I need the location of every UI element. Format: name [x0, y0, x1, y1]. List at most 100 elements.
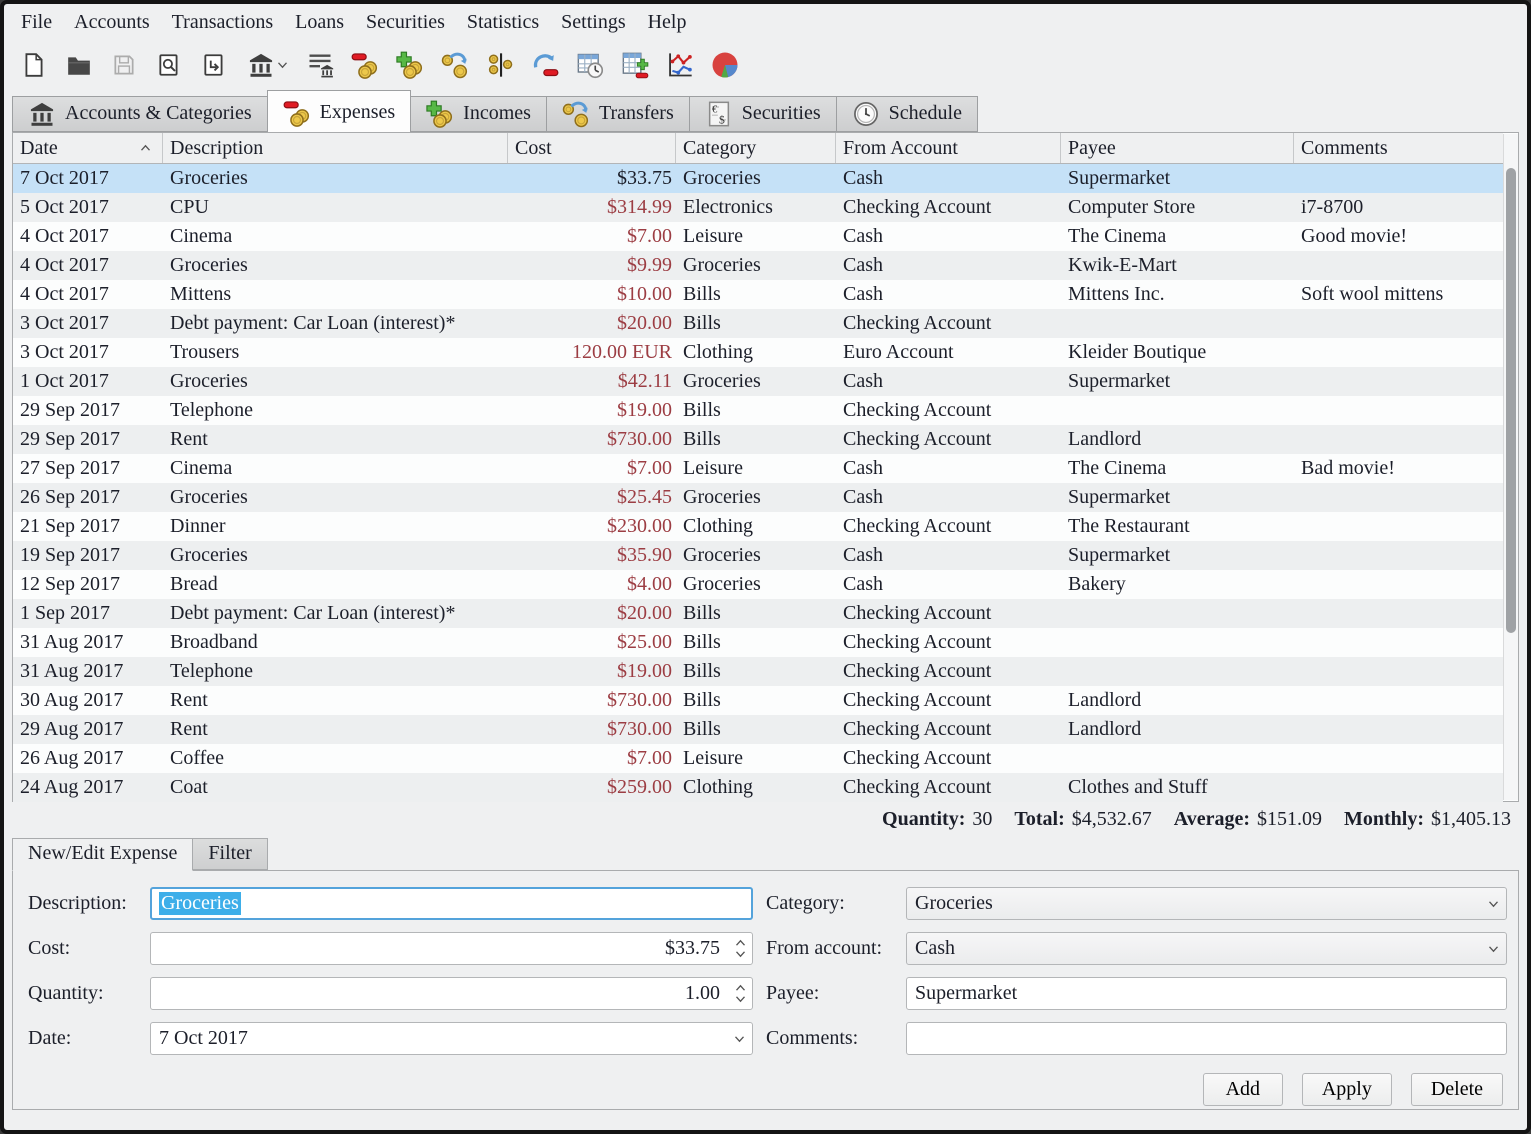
description-input[interactable]: Groceries: [150, 887, 753, 920]
menu-accounts[interactable]: Accounts: [63, 9, 161, 36]
table-row[interactable]: 21 Sep 2017Dinner$230.00ClothingChecking…: [13, 512, 1503, 541]
cell-description: Groceries: [163, 251, 508, 280]
pie-chart-button[interactable]: [707, 46, 743, 84]
cell-payee: Landlord: [1061, 425, 1294, 454]
editor-tab-new-edit-expense[interactable]: New/Edit Expense: [12, 838, 193, 871]
scrollbar-thumb[interactable]: [1506, 168, 1516, 633]
tab-incomes[interactable]: Incomes: [411, 96, 546, 132]
comments-input[interactable]: [906, 1022, 1507, 1055]
spinner-arrows-icon[interactable]: [728, 933, 752, 964]
menu-statistics[interactable]: Statistics: [456, 9, 550, 36]
new-document-button[interactable]: [16, 46, 52, 84]
split-transaction-button[interactable]: [482, 46, 518, 84]
save-button[interactable]: [106, 46, 142, 84]
table-row[interactable]: 4 Oct 2017Mittens$10.00BillsCashMittens …: [13, 280, 1503, 309]
editor-tab-filter[interactable]: Filter: [193, 838, 267, 870]
cell-comments: [1294, 570, 1503, 599]
cell-category: Bills: [676, 715, 836, 744]
account-list-button[interactable]: [302, 46, 338, 84]
new-expense-button[interactable]: [347, 46, 383, 84]
table-row[interactable]: 31 Aug 2017Broadband$25.00BillsChecking …: [13, 628, 1503, 657]
cell-comments: Soft wool mittens: [1294, 280, 1503, 309]
date-select[interactable]: 7 Oct 2017: [150, 1022, 753, 1055]
column-header-date[interactable]: Date: [13, 133, 163, 163]
cell-from-account: Checking Account: [836, 425, 1061, 454]
table-row[interactable]: 3 Oct 2017Trousers120.00 EURClothingEuro…: [13, 338, 1503, 367]
cell-cost: $19.00: [508, 657, 676, 686]
column-label: Date: [20, 137, 58, 160]
table-row[interactable]: 26 Sep 2017Groceries$25.45GroceriesCashS…: [13, 483, 1503, 512]
column-header-comments[interactable]: Comments: [1294, 133, 1503, 163]
cell-from-account: Cash: [836, 164, 1061, 193]
tab-expenses[interactable]: Expenses: [267, 90, 412, 132]
tab-transfers[interactable]: Transfers: [546, 96, 689, 132]
table-row[interactable]: 27 Sep 2017Cinema$7.00LeisureCashThe Cin…: [13, 454, 1503, 483]
table-row[interactable]: 30 Aug 2017Rent$730.00BillsChecking Acco…: [13, 686, 1503, 715]
menu-file[interactable]: File: [10, 9, 63, 36]
cell-payee: Bakery: [1061, 570, 1294, 599]
column-header-from-account[interactable]: From Account: [836, 133, 1061, 163]
spinner-arrows-icon[interactable]: [728, 978, 752, 1009]
cell-from-account: Checking Account: [836, 686, 1061, 715]
cell-payee: [1061, 657, 1294, 686]
menu-settings[interactable]: Settings: [550, 9, 636, 36]
add-button[interactable]: Add: [1203, 1073, 1283, 1106]
cell-comments: [1294, 338, 1503, 367]
cell-cost: $730.00: [508, 715, 676, 744]
vertical-scrollbar[interactable]: [1503, 134, 1518, 800]
column-header-cost[interactable]: Cost: [508, 133, 676, 163]
column-header-payee[interactable]: Payee: [1061, 133, 1294, 163]
table-row[interactable]: 1 Oct 2017Groceries$42.11GroceriesCashSu…: [13, 367, 1503, 396]
table-row[interactable]: 29 Sep 2017Telephone$19.00BillsChecking …: [13, 396, 1503, 425]
cell-payee: Supermarket: [1061, 483, 1294, 512]
table-row[interactable]: 7 Oct 2017Groceries$33.75GroceriesCashSu…: [13, 164, 1503, 193]
quantity-value-input: 1.00: [685, 982, 720, 1005]
payee-input[interactable]: Supermarket: [906, 977, 1507, 1010]
table-row[interactable]: 26 Aug 2017Coffee$7.00LeisureChecking Ac…: [13, 744, 1503, 773]
menu-help[interactable]: Help: [637, 9, 698, 36]
open-file-button[interactable]: [61, 46, 97, 84]
table-row[interactable]: 1 Sep 2017Debt payment: Car Loan (intere…: [13, 599, 1503, 628]
quantity-label: Quantity:: [882, 808, 965, 831]
table-row[interactable]: 24 Aug 2017Coat$259.00ClothingChecking A…: [13, 773, 1503, 802]
table-row[interactable]: 29 Aug 2017Rent$730.00BillsChecking Acco…: [13, 715, 1503, 744]
category-select[interactable]: Groceries: [906, 887, 1507, 920]
from-account-select[interactable]: Cash: [906, 932, 1507, 965]
cell-cost: $42.11: [508, 367, 676, 396]
apply-button[interactable]: Apply: [1302, 1073, 1392, 1106]
table-row[interactable]: 4 Oct 2017Cinema$7.00LeisureCashThe Cine…: [13, 222, 1503, 251]
delete-button[interactable]: Delete: [1411, 1073, 1503, 1106]
scheduled-expense-button[interactable]: [527, 46, 563, 84]
cost-stepper[interactable]: $33.75: [150, 932, 753, 965]
edit-table-button[interactable]: [617, 46, 653, 84]
find-transaction-button[interactable]: [151, 46, 187, 84]
cell-description: Telephone: [163, 657, 508, 686]
table-row[interactable]: 31 Aug 2017Telephone$19.00BillsChecking …: [13, 657, 1503, 686]
tab-securities[interactable]: €$Securities: [689, 96, 836, 132]
menu-loans[interactable]: Loans: [284, 9, 355, 36]
tab-schedule[interactable]: Schedule: [836, 96, 978, 132]
cell-comments: [1294, 686, 1503, 715]
table-row[interactable]: 3 Oct 2017Debt payment: Car Loan (intere…: [13, 309, 1503, 338]
import-button[interactable]: [196, 46, 232, 84]
menu-transactions[interactable]: Transactions: [161, 9, 284, 36]
table-row[interactable]: 12 Sep 2017Bread$4.00GroceriesCashBakery: [13, 570, 1503, 599]
new-transfer-button[interactable]: [437, 46, 473, 84]
quantity-stepper[interactable]: 1.00: [150, 977, 753, 1010]
line-chart-button[interactable]: [662, 46, 698, 84]
column-header-description[interactable]: Description: [163, 133, 508, 163]
schedule-table-button[interactable]: [572, 46, 608, 84]
cell-description: Bread: [163, 570, 508, 599]
table-row[interactable]: 29 Sep 2017Rent$730.00BillsChecking Acco…: [13, 425, 1503, 454]
cell-from-account: Cash: [836, 280, 1061, 309]
cell-comments: [1294, 599, 1503, 628]
table-row[interactable]: 5 Oct 2017CPU$314.99ElectronicsChecking …: [13, 193, 1503, 222]
accounts-button[interactable]: [241, 46, 293, 84]
tab-accounts-categories[interactable]: Accounts & Categories: [12, 96, 267, 132]
column-header-category[interactable]: Category: [676, 133, 836, 163]
new-income-button[interactable]: [392, 46, 428, 84]
table-row[interactable]: 4 Oct 2017Groceries$9.99GroceriesCashKwi…: [13, 251, 1503, 280]
menu-securities[interactable]: Securities: [355, 9, 456, 36]
chevron-down-icon: [726, 1023, 752, 1054]
table-row[interactable]: 19 Sep 2017Groceries$35.90GroceriesCashS…: [13, 541, 1503, 570]
